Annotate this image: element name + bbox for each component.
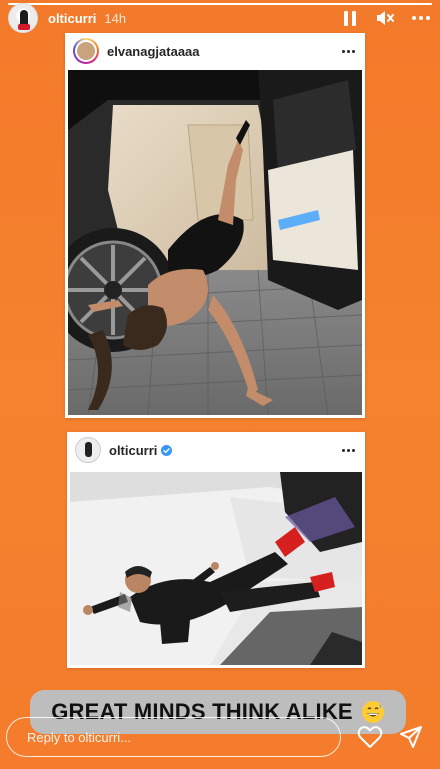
post-photo [68, 70, 362, 415]
post-more-icon[interactable] [342, 49, 355, 53]
post-header: elvanagjataaaa [65, 33, 365, 69]
post-username[interactable]: olticurri [109, 443, 173, 458]
pause-icon[interactable] [344, 10, 358, 26]
car-floor-photo [68, 70, 362, 415]
avatar[interactable] [8, 3, 38, 33]
verified-badge-icon [161, 444, 173, 456]
floor-pose-photo [70, 472, 362, 665]
mute-icon[interactable] [376, 10, 394, 26]
story-actions [344, 10, 430, 26]
story-header: olticurri 14h [8, 3, 430, 33]
post-avatar[interactable] [75, 437, 101, 463]
shared-post-2[interactable]: olticurri [67, 432, 365, 668]
story-timestamp: 14h [104, 10, 127, 26]
post-header: olticurri [67, 432, 365, 468]
story-username[interactable]: olticurri [48, 11, 96, 26]
reply-bar [6, 716, 432, 758]
story-viewer[interactable]: olticurri 14h elvanagjataaaa olticurri G… [0, 0, 440, 769]
shared-post-1[interactable]: elvanagjataaaa [65, 33, 365, 418]
more-icon[interactable] [412, 16, 430, 20]
post-username[interactable]: elvanagjataaaa [107, 44, 200, 59]
post-avatar[interactable] [73, 38, 99, 64]
send-icon[interactable] [399, 725, 423, 749]
post-username-text[interactable]: olticurri [109, 443, 157, 458]
heart-icon[interactable] [357, 725, 383, 749]
post-more-icon[interactable] [342, 448, 355, 452]
post-photo [70, 472, 362, 665]
reply-input[interactable] [6, 717, 341, 757]
